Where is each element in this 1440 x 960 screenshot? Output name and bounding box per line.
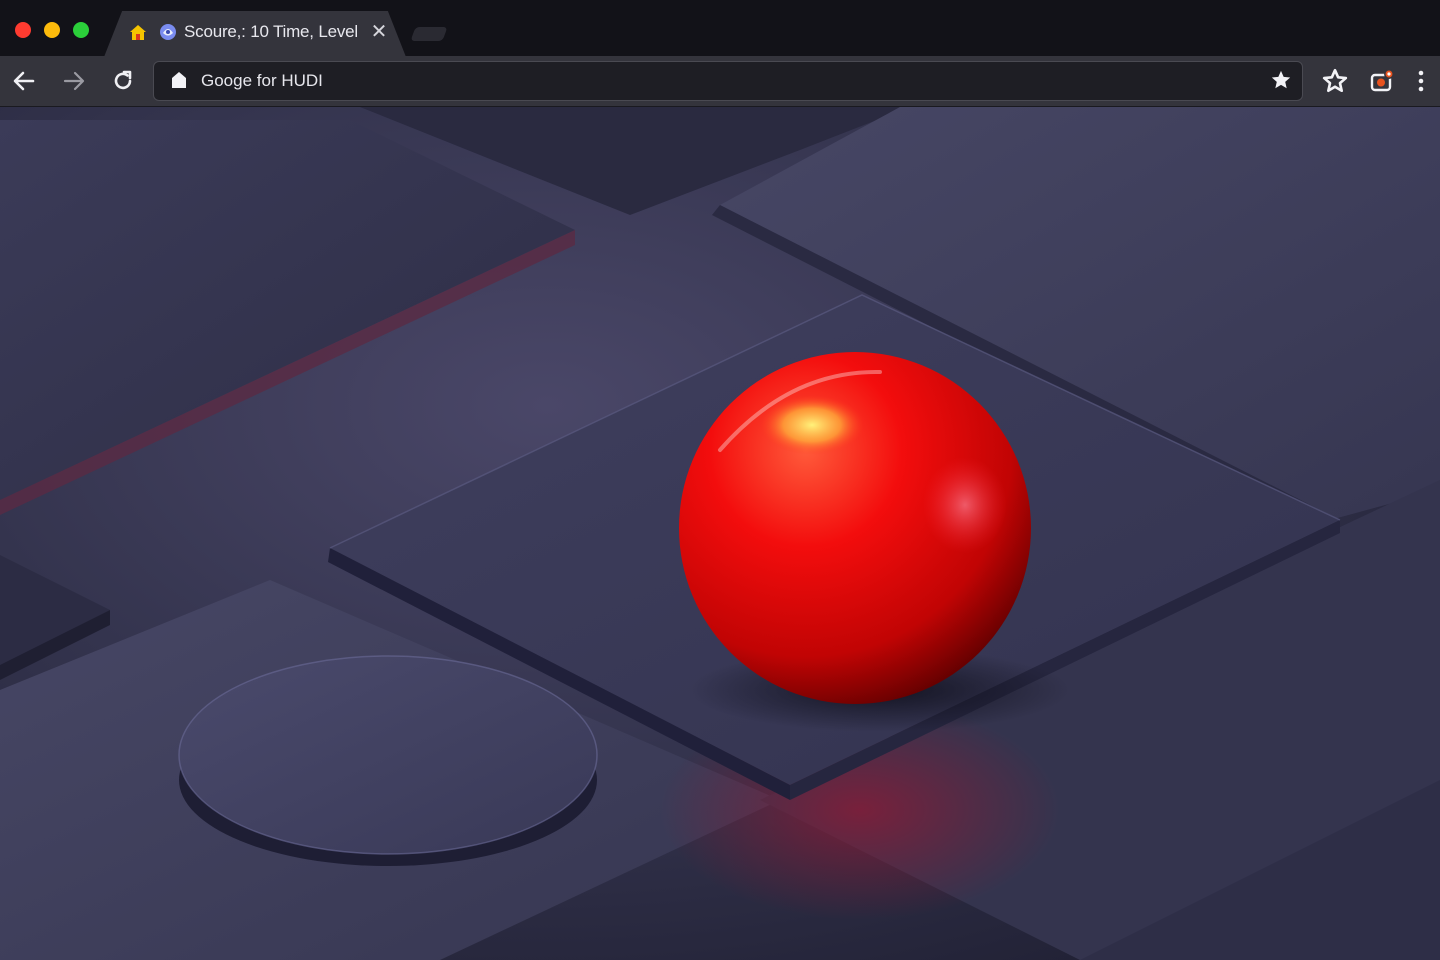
reload-icon[interactable] [110,68,136,94]
bookmark-star-icon[interactable] [1270,69,1292,91]
star-extension-icon[interactable] [1322,68,1348,94]
game-icon [158,22,178,42]
game-viewport[interactable] [0,107,1440,960]
game-scene [0,107,1440,960]
camera-extension-icon[interactable] [1369,68,1395,94]
address-bar[interactable] [153,61,1303,101]
more-menu-icon[interactable] [1412,68,1430,94]
home-icon [128,23,148,43]
close-tab-icon[interactable]: ✕ [369,20,389,44]
new-tab-button[interactable] [410,27,448,41]
forward-arrow-icon[interactable] [61,68,87,94]
ball-rim-light [923,457,1007,553]
close-window-button[interactable] [15,22,31,38]
tab-title: Scoure,: 10 Time, Level [184,22,358,41]
back-arrow-icon[interactable] [11,68,37,94]
maximize-window-button[interactable] [73,22,89,38]
round-pressure-pad [179,656,597,854]
lock-icon [170,71,188,89]
ball-highlight [760,395,864,455]
address-bar-url[interactable]: Googe for HUDI [201,71,323,91]
minimize-window-button[interactable] [44,22,60,38]
